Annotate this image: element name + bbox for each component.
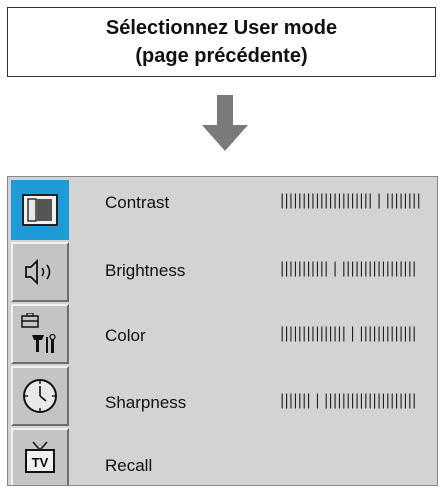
clock-icon — [23, 379, 57, 413]
instruction-line-2: (page précédente) — [135, 45, 308, 67]
tv-tile[interactable]: TV — [11, 428, 69, 485]
down-arrow-icon — [202, 95, 248, 151]
tools-icon — [21, 313, 56, 353]
picture-icon — [22, 194, 58, 226]
menu-item-brightness[interactable]: Brightness — [105, 261, 185, 281]
tv-icon: TV — [25, 441, 55, 473]
sound-icon — [25, 258, 51, 286]
svg-text:TV: TV — [32, 455, 49, 470]
menu-item-sharpness[interactable]: Sharpness — [105, 393, 186, 413]
sound-tile[interactable] — [11, 242, 69, 302]
clock-tile[interactable] — [11, 366, 69, 426]
color-bar[interactable]: ||||||||||||||| | ||||||||||||| — [278, 326, 418, 346]
menu-item-recall[interactable]: Recall — [105, 456, 152, 476]
brightness-bar[interactable]: ||||||||||| | ||||||||||||||||| — [278, 261, 418, 281]
tools-tile[interactable] — [11, 304, 69, 364]
menu-item-color[interactable]: Color — [105, 326, 146, 346]
picture-tile[interactable] — [11, 180, 69, 240]
osd-menu: TV Contrast ||||||||||||||||||||| | ||||… — [7, 176, 438, 486]
contrast-bar[interactable]: ||||||||||||||||||||| | |||||||| — [278, 193, 423, 213]
sharpness-bar[interactable]: ||||||| | ||||||||||||||||||||| — [278, 393, 418, 413]
instruction-line-1: Sélectionnez User mode — [105, 17, 338, 39]
menu-item-contrast[interactable]: Contrast — [105, 193, 169, 213]
icon-column: TV — [11, 180, 77, 485]
instruction-box: Sélectionnez User mode (page précédente) — [7, 7, 436, 77]
